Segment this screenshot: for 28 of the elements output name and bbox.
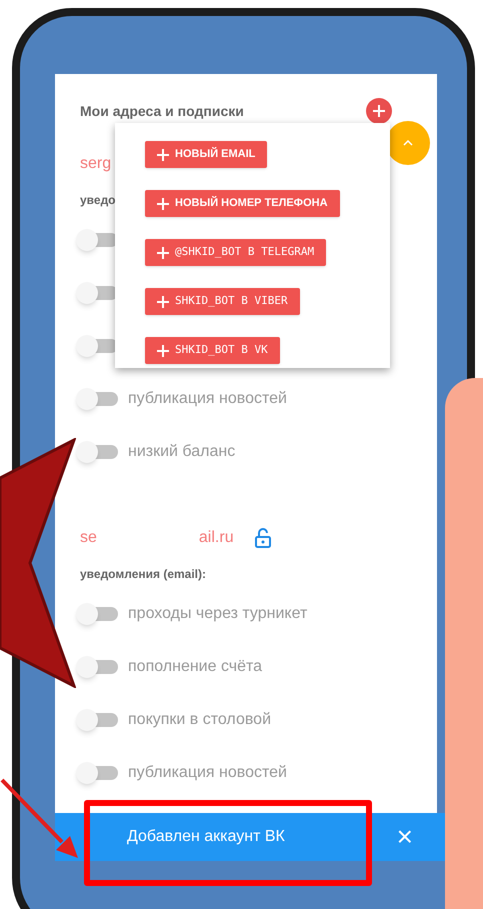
menu-item-button[interactable]: SHKID_BOT В VK	[145, 337, 280, 364]
plus-icon	[157, 296, 169, 308]
notifications-heading: уведомления (email):	[80, 566, 206, 583]
notifications-heading: уведо	[80, 192, 116, 209]
email-address: se	[80, 528, 97, 548]
toggle-label: публикация новостей	[128, 762, 287, 782]
padlock-icon[interactable]	[254, 528, 272, 548]
toggle-label: покупки в столовой	[128, 710, 271, 730]
plus-icon	[157, 198, 169, 210]
chevron-up-icon	[403, 140, 413, 146]
toggle-label: публикация новостей	[128, 388, 287, 408]
email-address: serg	[80, 154, 112, 174]
menu-item-button[interactable]: SHKID_BOT В VIBER	[145, 288, 300, 315]
plus-icon	[157, 344, 169, 356]
toggle-label: проходы через турникет	[128, 604, 308, 624]
plus-icon	[157, 148, 169, 160]
section-title: Мои адреса и подписки	[80, 102, 244, 121]
email-address: ail.ru	[198, 528, 234, 548]
toggle-label: низкий баланс	[128, 442, 236, 462]
menu-item-button[interactable]: НОВЫЙ EMAIL	[145, 141, 268, 168]
close-button[interactable]: ×	[396, 823, 413, 851]
menu-item-button[interactable]: НОВЫЙ НОМЕР ТЕЛЕФОНА	[145, 190, 340, 217]
menu-item-button[interactable]: @SHKID_BOT В TELEGRAM	[145, 239, 326, 266]
plus-icon	[372, 104, 386, 118]
plus-icon	[157, 246, 169, 258]
snackbar-message: Добавлен аккаунт ВК	[127, 827, 285, 847]
add-button[interactable]	[366, 98, 392, 124]
toggle-label: пополнение счёта	[128, 656, 262, 676]
